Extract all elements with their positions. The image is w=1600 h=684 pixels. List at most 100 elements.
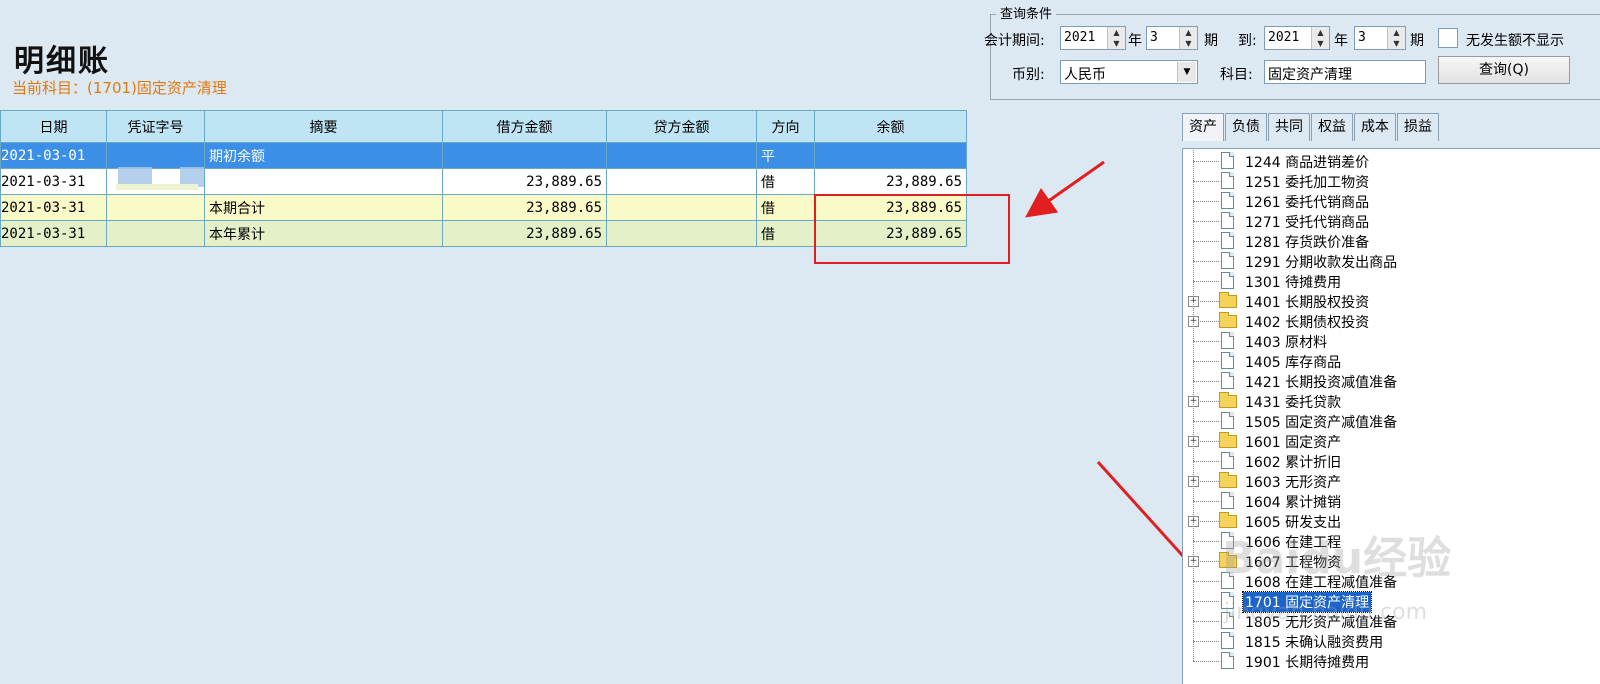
tab-equity[interactable]: 权益 — [1311, 113, 1353, 141]
document-icon — [1221, 652, 1234, 669]
tree-line — [1193, 581, 1194, 601]
tree-item[interactable]: 1901 长期待摊费用 — [1183, 641, 1600, 671]
tree-item[interactable]: +1402 长期债权投资 — [1183, 301, 1600, 331]
tree-item[interactable]: 1403 原材料 — [1183, 321, 1600, 351]
column-header-voucher[interactable]: 凭证字号 — [106, 110, 205, 143]
table-row[interactable]: 2021-03-01 期初余额 平 — [0, 142, 967, 169]
spin-down-icon[interactable]: ▼ — [1388, 38, 1405, 49]
cell-date: 2021-03-01 — [0, 142, 107, 169]
document-icon — [1221, 212, 1234, 229]
tree-item[interactable]: 1602 累计折旧 — [1183, 441, 1600, 471]
document-icon — [1221, 192, 1234, 209]
tree-item[interactable]: +1601 固定资产 — [1183, 421, 1600, 451]
tree-item[interactable]: +1401 长期股权投资 — [1183, 281, 1600, 311]
tree-line — [1193, 201, 1219, 202]
folder-icon — [1219, 312, 1237, 328]
tab-profit-loss[interactable]: 损益 — [1397, 113, 1439, 141]
tree-line — [1193, 281, 1219, 282]
tree-item-label: 1281 存货跌价准备 — [1245, 235, 1370, 251]
tree-item[interactable]: 1505 固定资产减值准备 — [1183, 401, 1600, 431]
tree-line — [1193, 241, 1219, 242]
spin-up-icon[interactable]: ▲ — [1108, 27, 1125, 38]
spin-up-icon[interactable]: ▲ — [1180, 27, 1197, 38]
column-header-direction[interactable]: 方向 — [756, 110, 815, 143]
document-icon — [1221, 272, 1234, 289]
tree-item[interactable]: 1244 商品进销差价 — [1183, 149, 1600, 171]
to-period-spinner[interactable]: 3 ▲ ▼ — [1354, 26, 1406, 50]
to-year-spinner[interactable]: 2021 ▲ ▼ — [1264, 26, 1330, 50]
tree-line — [1193, 181, 1219, 182]
tree-item[interactable]: 1301 待摊费用 — [1183, 261, 1600, 291]
column-header-summary[interactable]: 摘要 — [204, 110, 443, 143]
cell-balance: 23,889.65 — [814, 168, 967, 195]
tab-common[interactable]: 共同 — [1268, 113, 1310, 141]
spin-down-icon[interactable]: ▼ — [1180, 38, 1197, 49]
tree-item[interactable]: 1291 分期收款发出商品 — [1183, 241, 1600, 271]
tree-item[interactable]: +1603 无形资产 — [1183, 461, 1600, 491]
from-year-spinner[interactable]: 2021 ▲ ▼ — [1060, 26, 1126, 50]
tree-line — [1193, 149, 1194, 161]
account-field[interactable]: 固定资产清理 — [1264, 60, 1426, 84]
currency-select[interactable]: 人民币 ▼ — [1060, 60, 1198, 84]
tree-item[interactable]: 1405 库存商品 — [1183, 341, 1600, 371]
period-unit-label: 期 — [1204, 33, 1218, 49]
tree-item[interactable]: 1281 存货跌价准备 — [1183, 221, 1600, 251]
column-header-date[interactable]: 日期 — [0, 110, 107, 143]
tree-line — [1193, 161, 1194, 181]
tree-item-label: 1301 待摊费用 — [1245, 275, 1342, 291]
spin-up-icon[interactable]: ▲ — [1312, 27, 1329, 38]
cell-date: 2021-03-31 — [0, 194, 107, 221]
tree-item[interactable]: 1261 委托代销商品 — [1183, 181, 1600, 211]
tree-line — [1193, 641, 1194, 661]
tree-item-label: 1421 长期投资减值准备 — [1245, 375, 1398, 391]
tab-cost[interactable]: 成本 — [1354, 113, 1396, 141]
tree-item-label: 1403 原材料 — [1245, 335, 1328, 351]
tree-item[interactable]: 1815 未确认融资费用 — [1183, 621, 1600, 651]
cell-balance — [814, 142, 967, 169]
tree-item-label: 1405 库存商品 — [1245, 355, 1342, 371]
tree-item[interactable]: 1271 受托代销商品 — [1183, 201, 1600, 231]
document-icon — [1221, 632, 1234, 649]
column-header-credit[interactable]: 贷方金额 — [606, 110, 757, 143]
tree-item-label: 1271 受托代销商品 — [1245, 215, 1370, 231]
tree-item-label: 1505 固定资产减值准备 — [1245, 415, 1398, 431]
tree-item[interactable]: 1421 长期投资减值准备 — [1183, 361, 1600, 391]
cell-direction: 借 — [756, 194, 815, 221]
tree-line — [1193, 621, 1219, 622]
document-icon — [1221, 332, 1234, 349]
tree-item[interactable]: 1604 累计摊销 — [1183, 481, 1600, 511]
hide-zero-checkbox[interactable] — [1438, 28, 1458, 48]
tree-line — [1193, 261, 1194, 281]
chevron-down-icon[interactable]: ▼ — [1177, 62, 1196, 82]
cell-credit — [606, 142, 757, 169]
tab-liabilities[interactable]: 负债 — [1225, 113, 1267, 141]
tree-line — [1193, 641, 1219, 642]
folder-icon — [1219, 432, 1237, 448]
tree-line — [1193, 601, 1194, 621]
from-period-spinner[interactable]: 3 ▲ ▼ — [1146, 26, 1198, 50]
cell-summary: 期初余额 — [204, 142, 443, 169]
tree-line — [1193, 481, 1194, 501]
cell-date: 2021-03-31 — [0, 220, 107, 247]
tree-line — [1193, 181, 1194, 201]
tree-item[interactable]: +1431 委托贷款 — [1183, 381, 1600, 411]
cell-summary — [204, 168, 443, 195]
query-button[interactable]: 查询(Q) — [1438, 56, 1570, 84]
document-icon — [1221, 452, 1234, 469]
column-header-debit[interactable]: 借方金额 — [442, 110, 607, 143]
tree-item-label: 1601 固定资产 — [1245, 435, 1342, 451]
tab-assets[interactable]: 资产 — [1182, 113, 1224, 141]
watermark-logo: Baidu经验 — [1222, 533, 1452, 584]
tree-item-label: 1244 商品进销差价 — [1245, 155, 1370, 171]
period-label: 会计期间: — [984, 33, 1045, 49]
annotation-highlight-box — [814, 194, 1010, 264]
spin-up-icon[interactable]: ▲ — [1388, 27, 1405, 38]
year-unit-label: 年 — [1128, 33, 1142, 49]
column-header-balance[interactable]: 余额 — [814, 110, 967, 143]
tree-item[interactable]: 1251 委托加工物资 — [1183, 161, 1600, 191]
spin-down-icon[interactable]: ▼ — [1312, 38, 1329, 49]
tree-line — [1193, 541, 1219, 542]
spin-down-icon[interactable]: ▼ — [1108, 38, 1125, 49]
tree-line — [1193, 501, 1219, 502]
tree-line — [1193, 461, 1219, 462]
